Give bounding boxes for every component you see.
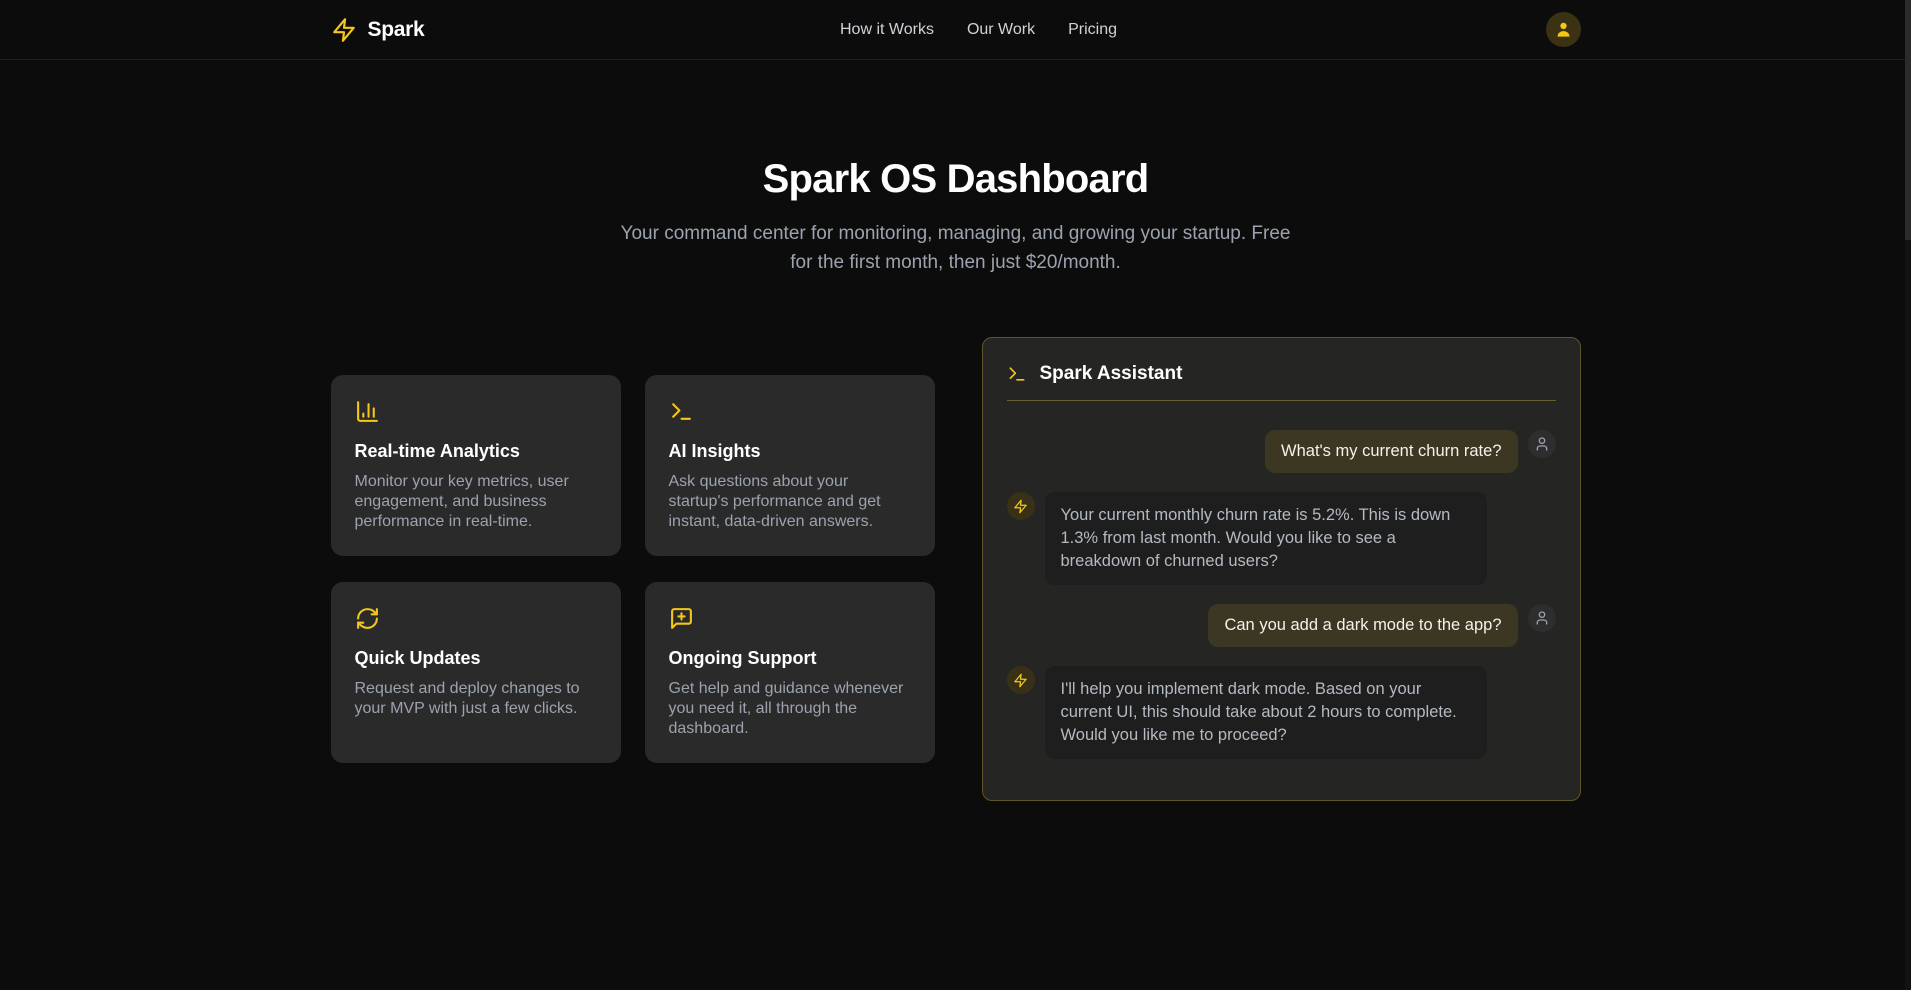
feature-description: Request and deploy changes to your MVP w…: [355, 679, 597, 719]
user-icon: [1554, 20, 1573, 39]
zap-icon: [1013, 499, 1028, 514]
feature-card-quick-updates: Quick Updates Request and deploy changes…: [331, 582, 621, 763]
zap-icon: [331, 17, 357, 43]
chat-message-list: What's my current churn rate? Your curre…: [1007, 430, 1556, 759]
feature-title: Ongoing Support: [669, 647, 911, 669]
chat-message-assistant: Your current monthly churn rate is 5.2%.…: [1007, 492, 1556, 585]
user-message-bubble: What's my current churn rate?: [1265, 430, 1517, 473]
page-subtitle: Your command center for monitoring, mana…: [611, 219, 1301, 277]
feature-title: Quick Updates: [355, 647, 597, 669]
panel-divider: [1007, 400, 1556, 401]
message-square-plus-icon: [669, 606, 911, 631]
feature-card-ongoing-support: Ongoing Support Get help and guidance wh…: [645, 582, 935, 763]
feature-card-grid: Real-time Analytics Monitor your key met…: [331, 375, 935, 763]
feature-description: Ask questions about your startup's perfo…: [669, 472, 911, 532]
chart-column-icon: [355, 399, 597, 424]
spark-assistant-panel: Spark Assistant What's my current churn …: [982, 337, 1581, 801]
nav-link-how-it-works[interactable]: How it Works: [840, 21, 934, 39]
feature-card-realtime-analytics: Real-time Analytics Monitor your key met…: [331, 375, 621, 556]
refresh-icon: [355, 606, 597, 631]
scrollbar-thumb[interactable]: [1905, 0, 1911, 240]
assistant-panel-header: Spark Assistant: [1007, 362, 1556, 386]
user-icon: [1534, 610, 1550, 626]
chat-message-user: What's my current churn rate?: [1007, 430, 1556, 473]
assistant-avatar: [1007, 492, 1035, 520]
brand-name: Spark: [368, 18, 425, 42]
feature-title: Real-time Analytics: [355, 440, 597, 462]
zap-icon: [1013, 673, 1028, 688]
main-nav: How it Works Our Work Pricing: [840, 21, 1117, 39]
user-avatar: [1528, 430, 1556, 458]
user-message-bubble: Can you add a dark mode to the app?: [1208, 604, 1517, 647]
assistant-message-bubble: I'll help you implement dark mode. Based…: [1045, 666, 1487, 759]
hero-section: Spark OS Dashboard Your command center f…: [0, 157, 1911, 277]
feature-card-ai-insights: AI Insights Ask questions about your sta…: [645, 375, 935, 556]
assistant-avatar: [1007, 666, 1035, 694]
nav-link-pricing[interactable]: Pricing: [1068, 21, 1117, 39]
nav-link-our-work[interactable]: Our Work: [967, 21, 1035, 39]
feature-description: Monitor your key metrics, user engagemen…: [355, 472, 597, 532]
account-avatar-button[interactable]: [1546, 12, 1581, 47]
assistant-panel-title: Spark Assistant: [1040, 363, 1183, 385]
feature-description: Get help and guidance whenever you need …: [669, 679, 911, 739]
terminal-icon: [1007, 364, 1027, 384]
brand-logo[interactable]: Spark: [331, 17, 425, 43]
assistant-message-bubble: Your current monthly churn rate is 5.2%.…: [1045, 492, 1487, 585]
chat-message-user: Can you add a dark mode to the app?: [1007, 604, 1556, 647]
dashboard-content: Real-time Analytics Monitor your key met…: [331, 337, 1581, 801]
terminal-icon: [669, 399, 911, 424]
feature-title: AI Insights: [669, 440, 911, 462]
user-avatar: [1528, 604, 1556, 632]
page-title: Spark OS Dashboard: [0, 157, 1911, 201]
top-nav-bar: Spark How it Works Our Work Pricing: [0, 0, 1911, 60]
chat-message-assistant: I'll help you implement dark mode. Based…: [1007, 666, 1556, 759]
user-icon: [1534, 436, 1550, 452]
